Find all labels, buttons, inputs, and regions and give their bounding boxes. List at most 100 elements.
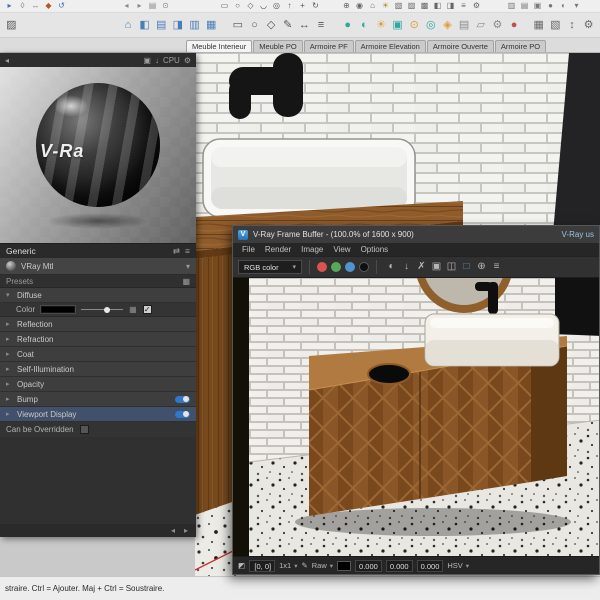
back-icon[interactable]: ◂ bbox=[5, 56, 9, 65]
iso-view-icon[interactable]: ⌂ bbox=[120, 13, 137, 37]
polygon-icon[interactable]: ◇ bbox=[263, 13, 280, 37]
render-device-label[interactable]: CPU bbox=[163, 56, 180, 65]
look-around-icon[interactable]: ◉ bbox=[353, 0, 366, 12]
styles-toggle-icon[interactable]: ▨ bbox=[3, 13, 20, 37]
clear-image-icon[interactable]: ✗ bbox=[414, 257, 429, 277]
section-diffuse[interactable]: ▾ Diffuse bbox=[0, 288, 196, 303]
material-section-row[interactable]: ▸ Self-Illumination bbox=[0, 362, 196, 377]
presets-row[interactable]: Presets ▦ bbox=[0, 275, 196, 288]
save-image-icon[interactable]: ↓ bbox=[399, 257, 414, 277]
vray-infinite-plane-icon[interactable]: ▱ bbox=[472, 13, 489, 37]
zoom-dropdown[interactable]: 1x1 ▾ bbox=[279, 561, 297, 570]
override-checkbox[interactable] bbox=[79, 425, 89, 434]
arc-tool-icon[interactable]: ◡ bbox=[257, 0, 270, 12]
circle-tool-icon[interactable]: ○ bbox=[231, 0, 244, 12]
menu-icon[interactable]: ≡ bbox=[185, 246, 190, 257]
vray-frame-buffer-icon[interactable]: ▣ bbox=[389, 13, 406, 37]
expand-arrow-icon[interactable]: ▸ bbox=[6, 380, 12, 388]
diffuse-checkbox[interactable]: ✓ bbox=[142, 305, 152, 314]
vray-stop-icon[interactable]: ● bbox=[506, 13, 523, 37]
scenes-icon[interactable]: ▤ bbox=[518, 0, 531, 12]
rectangle-icon[interactable]: ▭ bbox=[229, 13, 246, 37]
scene-tab[interactable]: Armoire PF bbox=[303, 40, 354, 52]
rotate-tool-icon[interactable]: ↻ bbox=[309, 0, 322, 12]
vray-lights-icon[interactable]: ◈ bbox=[439, 13, 456, 37]
walk-icon[interactable]: ⊕ bbox=[340, 0, 353, 12]
more-icon[interactable]: ▾ bbox=[570, 0, 583, 12]
resize-icon[interactable]: ↕ bbox=[564, 13, 581, 37]
presets-grid-icon[interactable]: ▦ bbox=[182, 277, 190, 286]
stamp-icon[interactable]: ≡ bbox=[489, 257, 504, 277]
vfb-menu-item[interactable]: View bbox=[328, 245, 355, 254]
section-icon[interactable]: ▥ bbox=[505, 0, 518, 12]
scene-tab[interactable]: Meuble PO bbox=[253, 40, 303, 52]
material-section-row[interactable]: ▸ Bump bbox=[0, 392, 196, 407]
shadows-icon[interactable]: ☀ bbox=[379, 0, 392, 12]
vfb-titlebar[interactable]: V V-Ray Frame Buffer - (100.0% of 1600 x… bbox=[233, 226, 599, 243]
tape-measure-icon[interactable]: ↔ bbox=[29, 0, 42, 12]
vfb-menu-item[interactable]: File bbox=[237, 245, 260, 254]
next-icon[interactable]: ▸ bbox=[184, 526, 188, 535]
freehand-icon[interactable]: ✎ bbox=[279, 13, 296, 37]
dimension-icon[interactable]: ↔ bbox=[296, 13, 313, 37]
vfb-account-label[interactable]: V-Ray us bbox=[562, 230, 594, 239]
material-preview[interactable]: V-Ra bbox=[0, 67, 196, 243]
half-style-icon[interactable]: ◧ bbox=[431, 0, 444, 12]
expand-arrow-icon[interactable]: ▸ bbox=[6, 335, 12, 343]
vray-interactive-icon[interactable]: ☀ bbox=[373, 13, 390, 37]
contrast-icon[interactable]: ◐ bbox=[557, 0, 570, 12]
diffuse-amount-slider[interactable] bbox=[81, 306, 124, 313]
chevron-down-icon[interactable]: ▾ bbox=[186, 262, 190, 271]
prefs-icon[interactable]: ⚙ bbox=[580, 13, 597, 37]
pushpull-tool-icon[interactable]: ↑ bbox=[283, 0, 296, 12]
scene-tab[interactable]: Armoire Ouverte bbox=[426, 40, 494, 52]
section-toggle[interactable] bbox=[175, 395, 190, 403]
material-name-row[interactable]: VRay Mtl ▾ bbox=[0, 258, 196, 275]
print-icon[interactable]: ▤ bbox=[146, 0, 159, 12]
vray-batch-icon[interactable]: ⊙ bbox=[406, 13, 423, 37]
compare-images-icon[interactable]: ◫ bbox=[444, 257, 459, 277]
override-row[interactable]: Can be Overridden bbox=[0, 422, 196, 437]
vray-settings-icon[interactable]: ⚙ bbox=[489, 13, 506, 37]
expand-arrow-icon[interactable]: ▾ bbox=[6, 291, 12, 299]
material-section-row[interactable]: ▸ Opacity bbox=[0, 377, 196, 392]
vfb-menu-item[interactable]: Options bbox=[356, 245, 394, 254]
color-picker-icon[interactable]: ✎ bbox=[301, 561, 307, 570]
left-view-icon[interactable]: ▦ bbox=[203, 13, 220, 37]
back-view-icon[interactable]: ▥ bbox=[186, 13, 203, 37]
front-view-icon[interactable]: ▤ bbox=[153, 13, 170, 37]
section-toggle[interactable] bbox=[175, 410, 190, 418]
swap-icon[interactable]: ⇄ bbox=[173, 246, 180, 257]
green-channel-button[interactable] bbox=[331, 262, 341, 272]
expand-arrow-icon[interactable]: ▸ bbox=[6, 410, 12, 418]
scene-tab[interactable]: Armoire Elevation bbox=[354, 40, 426, 52]
orbit-icon[interactable]: ↺ bbox=[55, 0, 68, 12]
eraser-icon[interactable]: ◊ bbox=[16, 0, 29, 12]
scene-tab[interactable]: Meuble Interieur bbox=[186, 40, 253, 52]
scene-tab[interactable]: Armoire PO bbox=[494, 40, 547, 52]
gear-icon[interactable]: ⚙ bbox=[184, 56, 191, 65]
dock-icon[interactable]: ▣ bbox=[143, 56, 151, 65]
vfb-render-image[interactable] bbox=[233, 278, 599, 556]
half-style2-icon[interactable]: ◨ bbox=[444, 0, 457, 12]
expand-arrow-icon[interactable]: ▸ bbox=[6, 320, 12, 328]
top-view-icon[interactable]: ◧ bbox=[136, 13, 153, 37]
rectangle-tool-icon[interactable]: ▭ bbox=[218, 0, 231, 12]
region-render-icon[interactable]: □ bbox=[459, 257, 474, 277]
colorspace-dropdown[interactable]: HSV ▾ bbox=[447, 561, 469, 570]
material-section-row[interactable]: ▸ Reflection bbox=[0, 317, 196, 332]
settings-icon[interactable]: ⚙ bbox=[470, 0, 483, 12]
texture-slot-icon[interactable]: ▦ bbox=[129, 305, 137, 314]
paint-bucket-icon[interactable]: ◆ bbox=[42, 0, 55, 12]
vray-render-icon[interactable]: ◐ bbox=[356, 13, 373, 37]
material-section-row[interactable]: ▸ Refraction bbox=[0, 332, 196, 347]
diffuse-color-swatch[interactable] bbox=[40, 305, 77, 314]
redo-icon[interactable]: ▸ bbox=[133, 0, 146, 12]
red-channel-button[interactable] bbox=[317, 262, 327, 272]
download-icon[interactable]: ↓ bbox=[155, 56, 159, 65]
prev-icon[interactable]: ◂ bbox=[171, 526, 175, 535]
grid-a-icon[interactable]: ▦ bbox=[530, 13, 547, 37]
channel-selector[interactable]: RGB color ▾ bbox=[238, 260, 302, 274]
select-icon[interactable]: ▸ bbox=[3, 0, 16, 12]
home-view-icon[interactable]: ⌂ bbox=[366, 0, 379, 12]
